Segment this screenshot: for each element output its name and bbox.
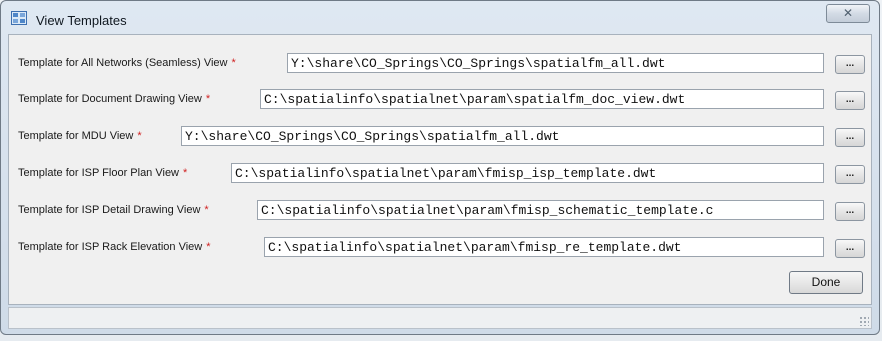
- close-button[interactable]: ✕: [826, 4, 870, 23]
- browse-button[interactable]: ...: [835, 91, 865, 110]
- template-label: Template for Document Drawing View *: [18, 93, 211, 105]
- template-row-isp-rack-elevation: Template for ISP Rack Elevation View* ..…: [9, 234, 873, 260]
- required-marker: *: [206, 241, 211, 253]
- template-row-mdu: Template for MDU View* ...: [9, 123, 873, 149]
- status-bar: [8, 307, 872, 329]
- template-path-input[interactable]: [287, 53, 824, 73]
- title-bar[interactable]: View Templates ✕: [1, 1, 879, 35]
- required-marker: *: [183, 167, 188, 179]
- template-label: Template for All Networks (Seamless) Vie…: [18, 57, 236, 69]
- close-icon: ✕: [842, 6, 854, 20]
- template-label: Template for MDU View *: [18, 130, 142, 142]
- browse-button[interactable]: ...: [835, 239, 865, 258]
- browse-button[interactable]: ...: [835, 55, 865, 74]
- template-row-isp-detail-drawing: Template for ISP Detail Drawing View* ..…: [9, 197, 873, 223]
- browse-button[interactable]: ...: [835, 165, 865, 184]
- template-path-input[interactable]: [181, 126, 824, 146]
- template-path-input[interactable]: [257, 200, 824, 220]
- dialog-title: View Templates: [36, 13, 127, 28]
- required-marker: *: [204, 204, 209, 216]
- browse-button[interactable]: ...: [835, 128, 865, 147]
- template-label: Template for ISP Floor Plan View *: [18, 167, 188, 179]
- template-row-all-networks: Template for All Networks (Seamless) Vie…: [9, 50, 873, 76]
- done-button[interactable]: Done: [789, 271, 863, 294]
- view-templates-app-icon: [11, 11, 27, 25]
- resize-grip-icon[interactable]: [859, 316, 869, 326]
- required-marker: *: [231, 57, 236, 69]
- template-label: Template for ISP Rack Elevation View *: [18, 241, 211, 253]
- template-path-input[interactable]: [231, 163, 824, 183]
- template-path-input[interactable]: [260, 89, 824, 109]
- view-templates-dialog: View Templates ✕ Template for All Networ…: [0, 0, 880, 335]
- required-marker: *: [137, 130, 142, 142]
- browse-button[interactable]: ...: [835, 202, 865, 221]
- required-marker: *: [205, 93, 211, 105]
- template-label: Template for ISP Detail Drawing View *: [18, 204, 209, 216]
- dialog-content: Template for All Networks (Seamless) Vie…: [8, 34, 872, 305]
- template-row-isp-floor-plan: Template for ISP Floor Plan View* ...: [9, 160, 873, 186]
- template-row-document-drawing: Template for Document Drawing View* ...: [9, 86, 873, 112]
- template-path-input[interactable]: [264, 237, 824, 257]
